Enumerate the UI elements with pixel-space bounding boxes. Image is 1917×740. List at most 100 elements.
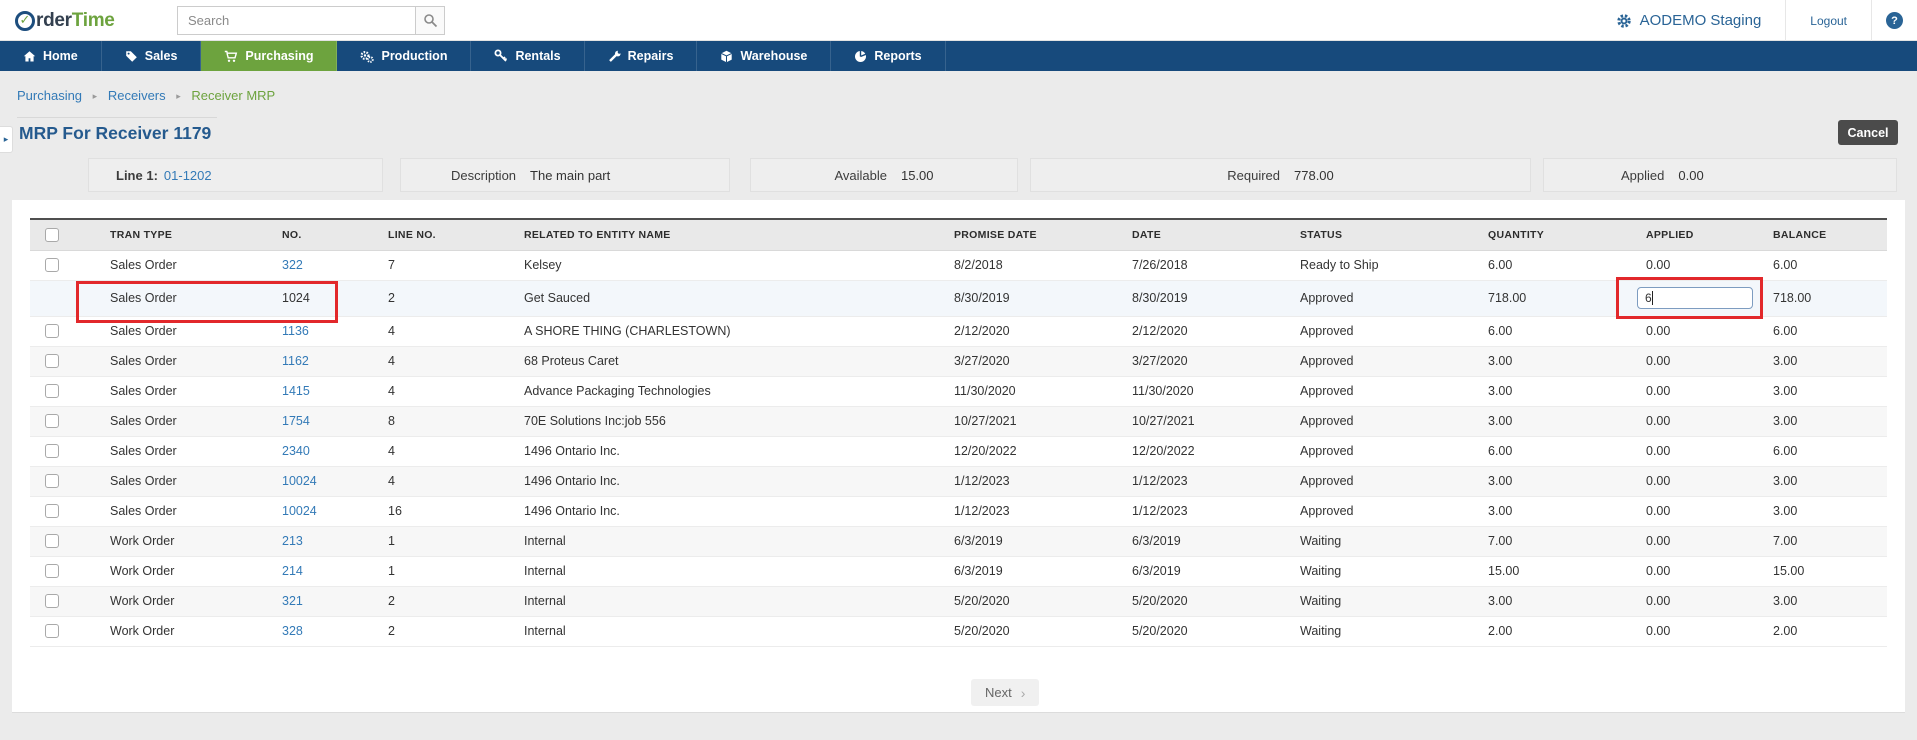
cell-no: 1136 bbox=[266, 316, 372, 347]
row-checkbox[interactable] bbox=[45, 504, 59, 519]
order-number-link[interactable]: 2340 bbox=[282, 444, 310, 458]
required-label: Required bbox=[1227, 167, 1280, 183]
date-value: 3/27/2020 bbox=[1132, 354, 1188, 368]
cell-date: 1/12/2023 bbox=[1116, 466, 1284, 497]
cell-entity: 1496 Ontario Inc. bbox=[508, 496, 938, 527]
row-checkbox[interactable] bbox=[45, 474, 59, 489]
search-button[interactable] bbox=[415, 6, 445, 35]
order-number-link[interactable]: 1162 bbox=[282, 354, 309, 368]
cell-applied: 0.00 bbox=[1630, 556, 1757, 587]
line-no-value: 4 bbox=[388, 444, 395, 458]
line-item-link[interactable]: 01-1202 bbox=[164, 168, 212, 183]
nav-item-rentals[interactable]: Rentals bbox=[471, 41, 585, 71]
balance-value: 6.00 bbox=[1773, 258, 1798, 272]
cell-quantity: 6.00 bbox=[1472, 436, 1630, 467]
promise-date-value: 6/3/2019 bbox=[954, 534, 1003, 548]
date-value: 5/20/2020 bbox=[1132, 594, 1188, 608]
balance-value: 3.00 bbox=[1773, 474, 1798, 488]
applied-value: 0.00 bbox=[1646, 324, 1671, 338]
applied-quantity-input[interactable] bbox=[1637, 287, 1753, 309]
cell-quantity: 2.00 bbox=[1472, 616, 1630, 647]
entity-name-value: 1496 Ontario Inc. bbox=[524, 474, 620, 488]
order-number-link[interactable]: 214 bbox=[282, 564, 303, 578]
help-button[interactable]: ? bbox=[1872, 0, 1917, 41]
cell-applied: 0.00 bbox=[1630, 346, 1757, 377]
order-number-link[interactable]: 1754 bbox=[282, 414, 310, 428]
nav-item-production[interactable]: Production bbox=[337, 41, 472, 71]
breadcrumb-purchasing[interactable]: Purchasing bbox=[17, 88, 82, 103]
row-checkbox[interactable] bbox=[45, 624, 59, 639]
nav-item-sales[interactable]: Sales bbox=[102, 41, 202, 71]
order-number-link[interactable]: 321 bbox=[282, 594, 303, 608]
cell-checkbox bbox=[30, 556, 94, 587]
nav-item-warehouse[interactable]: Warehouse bbox=[697, 41, 832, 71]
logout-link[interactable]: Logout bbox=[1785, 0, 1872, 41]
order-number-link[interactable]: 10024 bbox=[282, 474, 317, 488]
line-label: Line 1: bbox=[116, 167, 158, 183]
row-checkbox[interactable] bbox=[45, 534, 59, 549]
cell-checkbox bbox=[30, 616, 94, 647]
cell-no: 321 bbox=[266, 586, 372, 617]
row-checkbox[interactable] bbox=[45, 564, 59, 579]
balance-value: 6.00 bbox=[1773, 324, 1798, 338]
tran-type-value: Sales Order bbox=[110, 324, 177, 338]
cell-applied bbox=[1630, 279, 1757, 317]
cancel-button[interactable]: Cancel bbox=[1838, 120, 1898, 145]
cell-date: 5/20/2020 bbox=[1116, 586, 1284, 617]
nav-item-purchasing[interactable]: Purchasing bbox=[201, 41, 338, 71]
entity-name-value: Advance Packaging Technologies bbox=[524, 384, 711, 398]
summary-description: Description The main part bbox=[400, 158, 730, 192]
date-value: 6/3/2019 bbox=[1132, 564, 1181, 578]
nav-item-home[interactable]: Home bbox=[0, 41, 102, 71]
cell-entity: 70E Solutions Inc:job 556 bbox=[508, 406, 938, 437]
row-checkbox[interactable] bbox=[45, 444, 59, 459]
order-number-link[interactable]: 1415 bbox=[282, 384, 310, 398]
cell-balance: 7.00 bbox=[1757, 526, 1887, 557]
cell-balance: 3.00 bbox=[1757, 466, 1887, 497]
select-all-checkbox[interactable] bbox=[45, 227, 59, 242]
account-settings-link[interactable]: AODEMO Staging bbox=[1592, 0, 1786, 41]
cell-promise-date: 8/2/2018 bbox=[938, 250, 1116, 281]
next-page-button[interactable]: Next › bbox=[971, 679, 1040, 706]
line-no-value: 4 bbox=[388, 474, 395, 488]
cell-entity: Internal bbox=[508, 526, 938, 557]
row-checkbox[interactable] bbox=[45, 324, 59, 339]
quantity-value: 3.00 bbox=[1488, 414, 1513, 428]
breadcrumb-separator-icon: ▸ bbox=[176, 91, 181, 101]
cell-quantity: 718.00 bbox=[1472, 279, 1630, 317]
row-checkbox[interactable] bbox=[45, 354, 59, 369]
row-checkbox[interactable] bbox=[45, 594, 59, 609]
promise-date-value: 2/12/2020 bbox=[954, 324, 1010, 338]
cell-no: 1162 bbox=[266, 346, 372, 377]
quantity-value: 15.00 bbox=[1488, 564, 1520, 578]
row-checkbox[interactable] bbox=[45, 258, 59, 273]
nav-item-reports[interactable]: Reports bbox=[831, 41, 946, 71]
cell-checkbox bbox=[30, 346, 94, 377]
cell-date: 2/12/2020 bbox=[1116, 316, 1284, 347]
balance-value: 3.00 bbox=[1773, 354, 1798, 368]
balance-value: 6.00 bbox=[1773, 444, 1798, 458]
order-number-link[interactable]: 10024 bbox=[282, 504, 317, 518]
cell-checkbox bbox=[30, 279, 94, 317]
entity-name-value: Get Sauced bbox=[524, 291, 591, 305]
cell-no: 213 bbox=[266, 526, 372, 557]
cell-promise-date: 1/12/2023 bbox=[938, 466, 1116, 497]
topbar-right: AODEMO Staging Logout ? bbox=[1592, 0, 1917, 41]
row-checkbox[interactable] bbox=[45, 414, 59, 429]
quantity-value: 3.00 bbox=[1488, 504, 1513, 518]
order-number-link[interactable]: 1136 bbox=[282, 324, 309, 338]
order-number-link[interactable]: 213 bbox=[282, 534, 303, 548]
order-number-link[interactable]: 328 bbox=[282, 624, 303, 638]
search-input[interactable] bbox=[177, 6, 415, 35]
ordertime-logo[interactable]: ✓ rder Time bbox=[15, 0, 115, 41]
order-number-link[interactable]: 322 bbox=[282, 258, 303, 272]
nav-item-repairs[interactable]: Repairs bbox=[585, 41, 698, 71]
tran-type-value: Work Order bbox=[110, 624, 175, 638]
applied-value: 0.00 bbox=[1646, 444, 1671, 458]
entity-name-value: A SHORE THING (CHARLESTOWN) bbox=[524, 324, 731, 338]
row-checkbox[interactable] bbox=[45, 384, 59, 399]
status-value: Approved bbox=[1300, 474, 1354, 488]
panel-collapse-toggle[interactable]: ▸ bbox=[0, 126, 13, 153]
cell-balance: 718.00 bbox=[1757, 279, 1887, 317]
breadcrumb-receivers[interactable]: Receivers bbox=[108, 88, 166, 103]
